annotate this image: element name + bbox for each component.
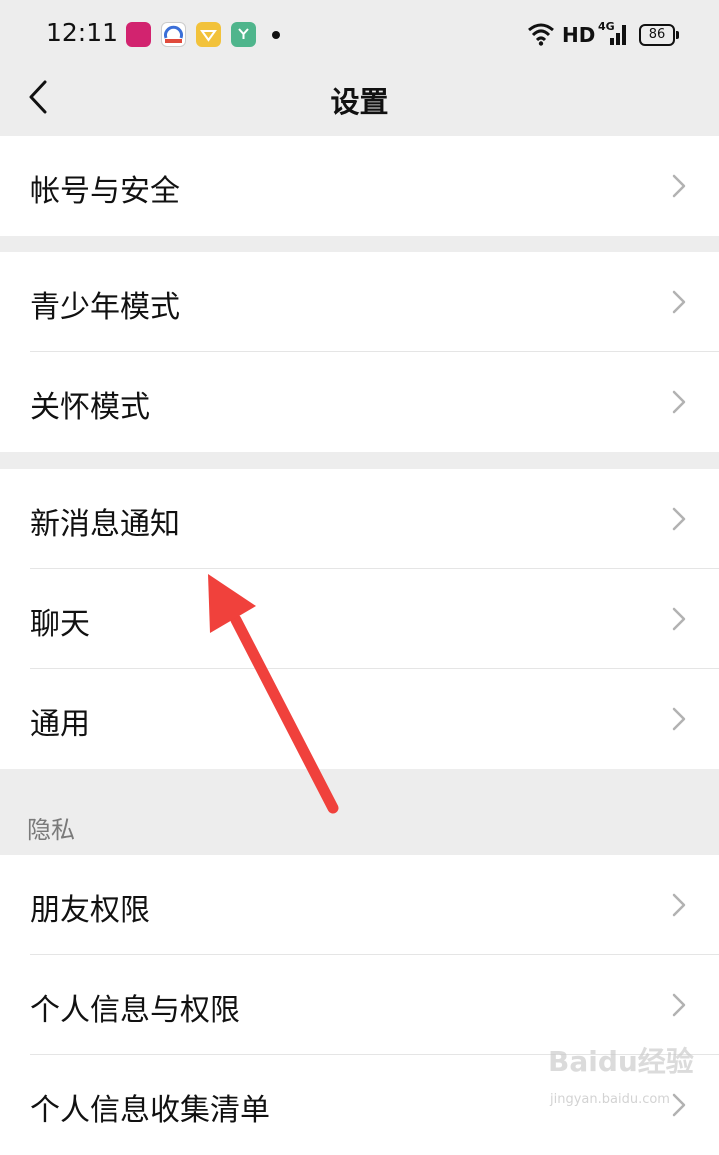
section-header-privacy: 隐私	[27, 816, 75, 844]
row-label: 聊天	[30, 607, 90, 642]
hd-label: HD	[562, 23, 596, 47]
chevron-right-icon	[672, 893, 686, 917]
settings-group-general: 新消息通知 聊天 通用	[0, 469, 719, 769]
baidu-watermark: Baidu经验 jingyan.baidu.com	[548, 1040, 708, 1112]
app-notification-icon	[196, 22, 221, 47]
row-label: 通用	[30, 707, 90, 742]
chevron-right-icon	[672, 174, 686, 198]
settings-group-modes: 青少年模式 关怀模式	[0, 252, 719, 452]
settings-row-account-security[interactable]: 帐号与安全	[0, 136, 719, 236]
row-label: 新消息通知	[30, 507, 180, 542]
chevron-right-icon	[672, 507, 686, 531]
wifi-icon	[528, 23, 554, 46]
app-notification-icon	[161, 22, 186, 47]
chevron-right-icon	[672, 290, 686, 314]
watermark-url: jingyan.baidu.com	[550, 1092, 670, 1107]
status-bar: 12:11 HD 4G 86	[0, 0, 719, 68]
settings-group-account: 帐号与安全	[0, 136, 719, 236]
chevron-right-icon	[672, 390, 686, 414]
notification-dot-icon	[272, 31, 280, 39]
chevron-right-icon	[672, 607, 686, 631]
page-title: 设置	[330, 85, 389, 119]
app-notification-icon	[231, 22, 256, 47]
row-label: 帐号与安全	[30, 174, 180, 209]
settings-row-teen-mode[interactable]: 青少年模式	[0, 252, 719, 352]
settings-row-new-message-notification[interactable]: 新消息通知	[0, 469, 719, 569]
settings-row-care-mode[interactable]: 关怀模式	[0, 352, 719, 452]
settings-row-friend-permissions[interactable]: 朋友权限	[0, 855, 719, 955]
app-notification-icon	[126, 22, 151, 47]
battery-icon: 86	[639, 24, 679, 46]
row-label: 关怀模式	[30, 390, 150, 425]
signal-icon	[610, 25, 626, 45]
settings-row-chat[interactable]: 聊天	[0, 569, 719, 669]
row-label: 个人信息与权限	[30, 993, 240, 1028]
watermark-brand: Baidu经验	[548, 1045, 694, 1078]
nav-bar: 设置	[0, 68, 719, 126]
settings-row-general[interactable]: 通用	[0, 669, 719, 769]
row-label: 个人信息收集清单	[30, 1093, 270, 1128]
row-label: 青少年模式	[30, 290, 180, 325]
status-time: 12:11	[46, 18, 119, 47]
chevron-right-icon	[672, 707, 686, 731]
chevron-right-icon	[672, 993, 686, 1017]
row-label: 朋友权限	[30, 893, 150, 928]
